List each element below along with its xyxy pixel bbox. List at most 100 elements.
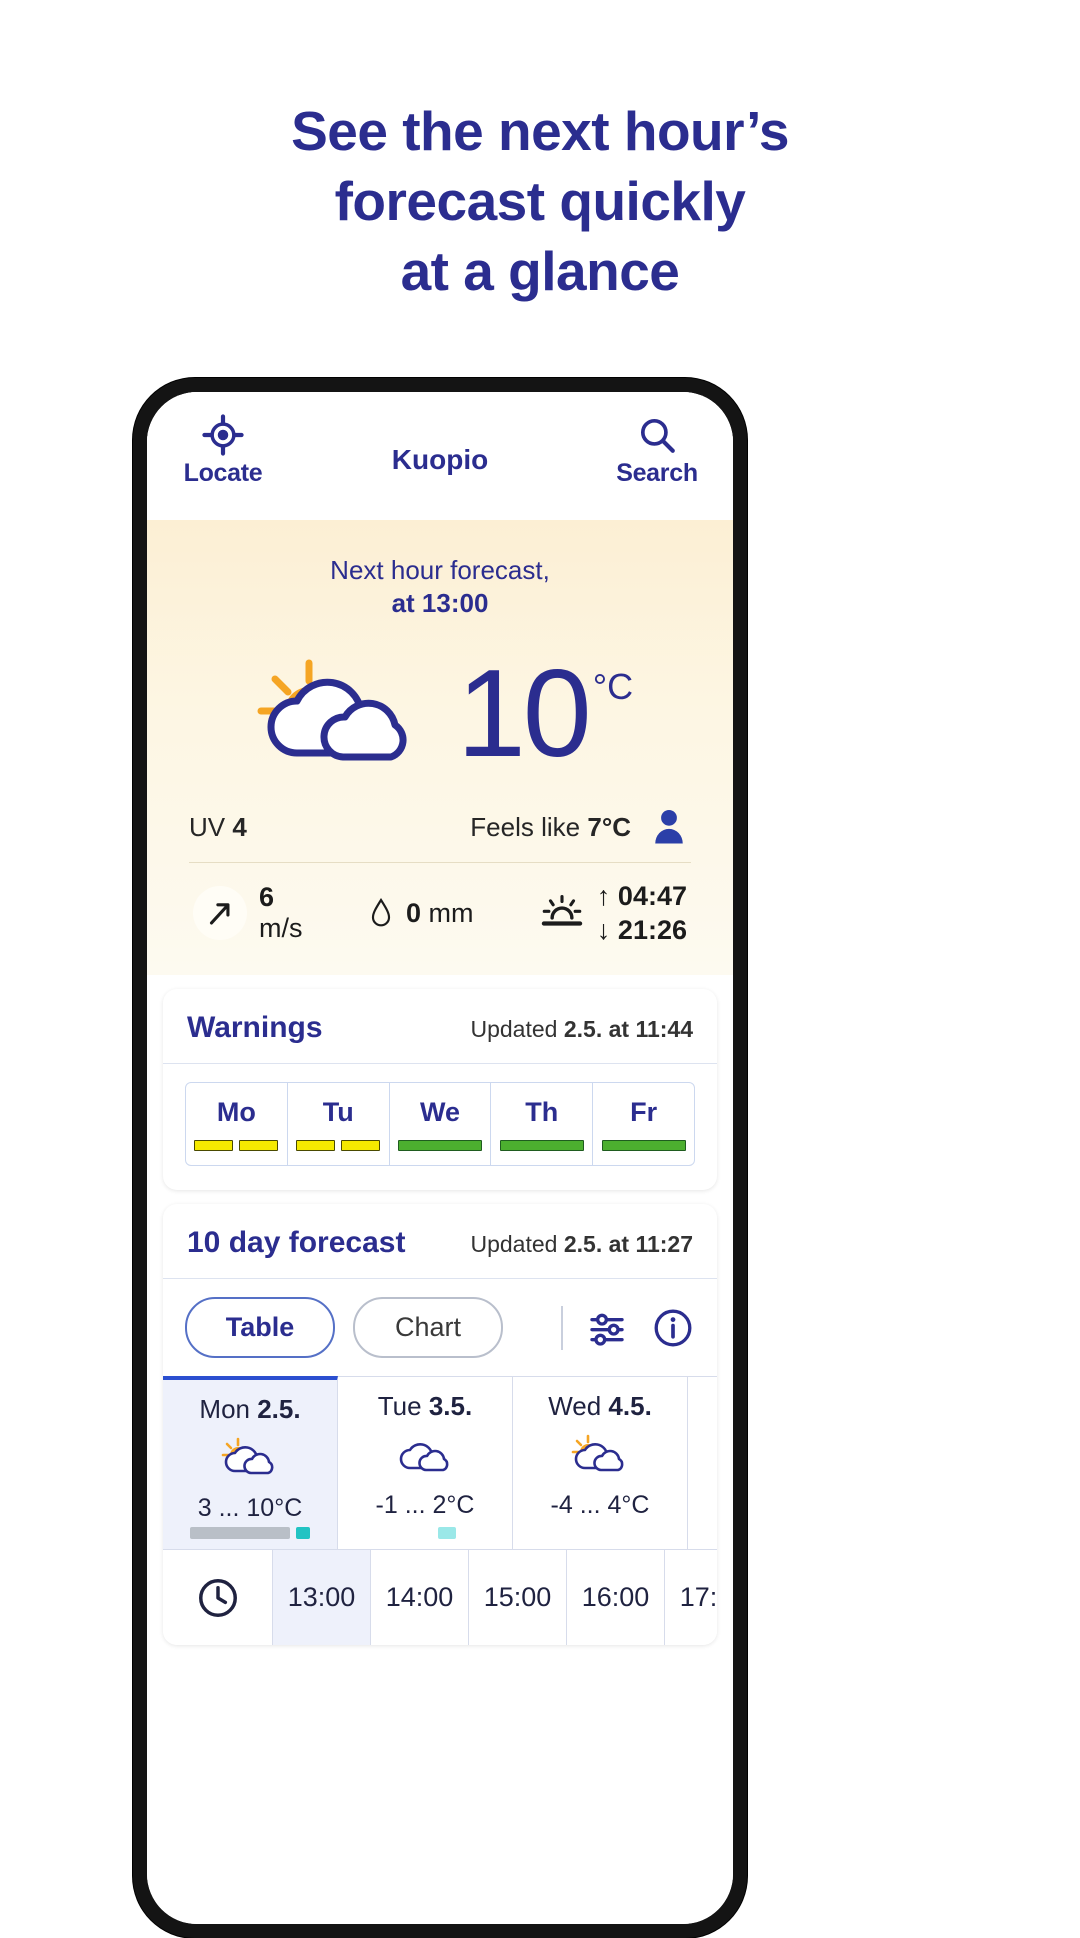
precipitation-metric: 0 mm <box>368 895 474 931</box>
info-icon[interactable] <box>651 1306 695 1350</box>
warning-day-label: Mo <box>216 1097 256 1127</box>
forecast-header: 10 day forecast Updated 2.5. at 11:27 <box>163 1204 717 1278</box>
tab-table[interactable]: Table <box>185 1297 335 1358</box>
warnings-header: Warnings Updated 2.5. at 11:44 <box>163 989 717 1063</box>
hour-cell[interactable]: 13:00 <box>273 1550 371 1645</box>
cloudy-icon <box>394 1432 456 1481</box>
wind-direction-icon <box>193 886 247 940</box>
partly-cloudy-icon <box>569 1432 631 1481</box>
warnings-separator <box>163 1063 717 1064</box>
hour-cell[interactable]: 14:00 <box>371 1550 469 1645</box>
next-hour-card[interactable]: Next hour forecast, at 13:00 10 °C UV 4 … <box>147 520 733 975</box>
headline-line-3: at a glance <box>400 240 680 302</box>
headline-line-1: See the next hour’s <box>291 100 789 162</box>
precipitation-unit: mm <box>428 897 474 928</box>
headline-line-2: forecast quickly <box>334 170 746 232</box>
forecast-actions <box>561 1305 695 1350</box>
forecast-weekday: Tue <box>377 1391 422 1421</box>
forecast-weekday: Mon <box>199 1394 250 1424</box>
uv-index: UV 4 <box>189 812 247 843</box>
feels-like-group: Feels like 7°C <box>470 805 691 849</box>
hour-cell[interactable]: 16:00 <box>567 1550 665 1645</box>
warning-day[interactable]: Mo <box>186 1083 288 1165</box>
warnings-updated-prefix: Updated <box>470 1016 558 1042</box>
forecast-day-label: Tue 3.5. <box>378 1391 472 1422</box>
forecast-temp-range: 3 ... 10°C <box>197 1494 303 1522</box>
warning-bars <box>296 1140 381 1151</box>
warning-day-label: Th <box>525 1097 559 1127</box>
warnings-card[interactable]: Warnings Updated 2.5. at 11:44 Mo Tu We … <box>163 989 717 1190</box>
precipitation-value: 0 <box>405 897 421 928</box>
page-title: Kuopio <box>391 444 489 475</box>
sunrise-sunset-icon <box>541 895 583 926</box>
forecast-day-column[interactable]: Wed 4.5. -4 ... 4°C <box>513 1377 688 1549</box>
tab-chart[interactable]: Chart <box>353 1297 503 1358</box>
forecast-view-toggles: Table Chart <box>163 1279 717 1376</box>
forecast-temp-bar-accent <box>296 1527 310 1539</box>
warning-day[interactable]: We <box>390 1083 492 1165</box>
forecast-day-label: Mon 2.5. <box>199 1394 300 1425</box>
next-hour-main: 10 °C <box>147 634 733 794</box>
partly-cloudy-icon <box>257 659 407 761</box>
warning-bar <box>239 1140 279 1151</box>
warning-bars <box>601 1140 686 1151</box>
uv-label: UV <box>189 811 226 842</box>
warning-bars <box>194 1140 279 1151</box>
app-screen: Locate Kuopio Search Next hour forecast,… <box>147 392 733 1924</box>
forecast-date: 3.5. <box>428 1391 473 1421</box>
warning-bars <box>499 1140 584 1151</box>
warnings-updated-value: 2.5. at 11:44 <box>563 1016 693 1042</box>
phone-screen-frame: Locate Kuopio Search Next hour forecast,… <box>147 392 733 1924</box>
warnings-title: Warnings <box>187 1011 323 1044</box>
warnings-day-strip: Mo Tu We Th Fr <box>185 1082 695 1166</box>
warnings-updated: Updated 2.5. at 11:44 <box>470 1016 693 1043</box>
warning-day[interactable]: Tu <box>288 1083 390 1165</box>
forecast-day-column[interactable]: Mon 2.5. 3 ... 10°C <box>163 1376 338 1549</box>
next-hour-time: at 13:00 <box>391 588 489 618</box>
forecast-updated-prefix: Updated <box>470 1231 558 1257</box>
current-temperature: 10 °C <box>457 652 634 776</box>
warning-day-label: Tu <box>322 1097 354 1127</box>
wind-speed: 6 <box>259 882 275 912</box>
forecast-day-columns: Mon 2.5. 3 ... 10°C Tue 3.5. -1 ... 2°C … <box>163 1376 717 1549</box>
warning-day[interactable]: Th <box>491 1083 594 1165</box>
forecast-day-column[interactable]: Thu 5.5. -3 ... 7°C <box>688 1377 717 1549</box>
clock-icon <box>163 1550 273 1645</box>
phone-mockup: Locate Kuopio Search Next hour forecast,… <box>133 378 747 1938</box>
forecast-card[interactable]: 10 day forecast Updated 2.5. at 11:27 Ta… <box>163 1204 717 1645</box>
temperature-unit: °C <box>592 666 634 707</box>
uv-value: 4 <box>232 811 247 842</box>
sunrise-time: 04:47 <box>617 881 687 911</box>
sun-times: ↑ 04:47 ↓ 21:26 <box>596 881 687 945</box>
raindrop-icon <box>371 897 391 927</box>
next-hour-subtitle: Next hour forecast, at 13:00 <box>147 554 733 620</box>
wind-metric: 6 m/s <box>193 882 303 944</box>
partly-cloudy-icon <box>219 1435 281 1484</box>
warning-day[interactable]: Fr <box>593 1083 694 1165</box>
forecast-temp-range: -1 ... 2°C <box>375 1491 475 1519</box>
forecast-title: 10 day forecast <box>187 1226 406 1259</box>
next-hour-subtitle-line1: Next hour forecast, <box>330 555 550 585</box>
forecast-day-column[interactable]: Tue 3.5. -1 ... 2°C <box>338 1377 513 1549</box>
warning-bar <box>341 1140 381 1151</box>
uv-feels-row: UV 4 Feels like 7°C <box>147 794 733 856</box>
toolbar-divider <box>561 1305 563 1350</box>
warning-bars <box>397 1140 482 1151</box>
feels-like-value: 7°C <box>587 811 631 842</box>
hour-cell[interactable]: 15:00 <box>469 1550 567 1645</box>
wind-unit: m/s <box>259 913 303 943</box>
forecast-date: 2.5. <box>257 1394 301 1424</box>
forecast-updated: Updated 2.5. at 11:27 <box>470 1231 693 1258</box>
warning-day-label: We <box>419 1097 460 1127</box>
forecast-temp-bar-row <box>338 1527 512 1539</box>
sliders-icon[interactable] <box>585 1306 629 1350</box>
forecast-updated-value: 2.5. at 11:27 <box>563 1231 693 1257</box>
app-navbar: Locate Kuopio Search <box>147 392 733 520</box>
precipitation-values: 0 mm <box>406 898 474 929</box>
warning-day-label: Fr <box>630 1097 658 1127</box>
feels-like: Feels like 7°C <box>470 812 631 843</box>
hour-cell[interactable]: 17:00 <box>665 1550 717 1645</box>
forecast-temp-bar <box>190 1527 290 1539</box>
sunset-time: 21:26 <box>617 915 687 945</box>
forecast-weekday: Wed <box>548 1391 602 1421</box>
